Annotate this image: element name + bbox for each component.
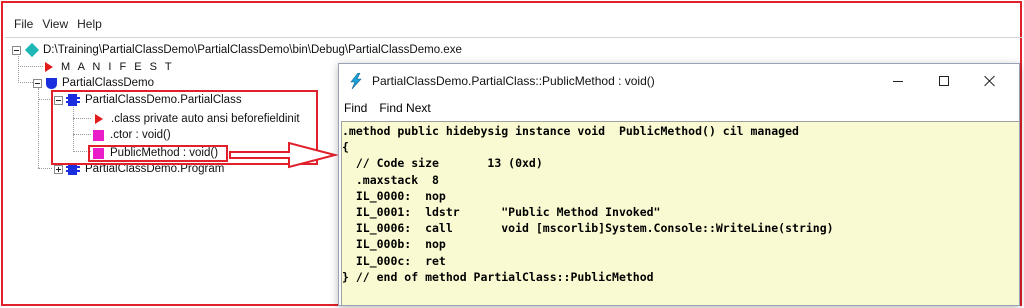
expand-icon[interactable] (54, 164, 63, 174)
window-menu-bar: Find Find Next (344, 101, 431, 115)
menu-help[interactable]: Help (74, 17, 108, 31)
il-code-text: .method public hidebysig instance void P… (342, 122, 1019, 285)
minimize-button[interactable] (875, 64, 921, 97)
tree-connector (38, 99, 52, 100)
code-line: { (342, 140, 349, 155)
close-button[interactable] (967, 64, 1013, 97)
code-line: IL_000c: ret (342, 253, 446, 268)
tree-node-namespace[interactable]: PartialClassDemo (33, 75, 154, 91)
tree-node-manifest[interactable]: M A N I F E S T (43, 59, 174, 75)
code-line: IL_0006: call void [mscorlib]System.Cons… (342, 221, 834, 236)
namespace-icon (46, 77, 57, 89)
code-line: IL_0000: nop (342, 188, 446, 203)
collapse-icon[interactable] (33, 78, 42, 88)
code-line: .method public hidebysig instance void P… (342, 124, 799, 138)
manifest-icon (45, 62, 53, 72)
close-icon (984, 75, 996, 87)
tree-node-root[interactable]: D:\Training\PartialClassDemo\PartialClas… (12, 42, 462, 58)
maximize-icon (939, 75, 949, 86)
minimize-icon (893, 80, 903, 82)
menu-find-next[interactable]: Find Next (379, 101, 430, 115)
il-code-view[interactable]: .method public hidebysig instance void P… (341, 121, 1019, 305)
lightning-icon (350, 73, 362, 89)
tree-connector (18, 66, 43, 67)
code-line: // Code size 13 (0xd) (342, 156, 543, 171)
window-title: PartialClassDemo.PartialClass::PublicMet… (372, 74, 655, 88)
root-path-label: D:\Training\PartialClassDemo\PartialClas… (43, 44, 462, 56)
code-line: IL_000b: nop (342, 237, 446, 252)
title-bar[interactable]: PartialClassDemo.PartialClass::PublicMet… (339, 64, 1019, 97)
menu-bar: File View Help (11, 17, 108, 31)
namespace-label: PartialClassDemo (62, 77, 155, 89)
main-window: File View Help D:\Training\PartialClassD… (1, 1, 1022, 306)
tree-connector (38, 88, 39, 168)
tree-connector (38, 168, 52, 169)
code-line: .maxstack 8 (342, 172, 439, 187)
menu-view[interactable]: View (39, 17, 74, 31)
callout-arrow-icon (229, 141, 339, 169)
maximize-button[interactable] (921, 64, 967, 97)
collapse-icon[interactable] (12, 45, 21, 55)
code-line: } // end of method PartialClass::PublicM… (342, 269, 654, 284)
assembly-icon (24, 42, 40, 58)
menu-separator (5, 37, 1022, 38)
manifest-label: M A N I F E S T (61, 61, 175, 73)
menu-file[interactable]: File (11, 17, 39, 31)
menu-find[interactable]: Find (344, 101, 367, 115)
selected-method-highlight (88, 145, 228, 162)
code-line: IL_0001: ldstr "Public Method Invoked" (342, 205, 661, 220)
il-code-window: PartialClassDemo.PartialClass::PublicMet… (338, 63, 1020, 306)
